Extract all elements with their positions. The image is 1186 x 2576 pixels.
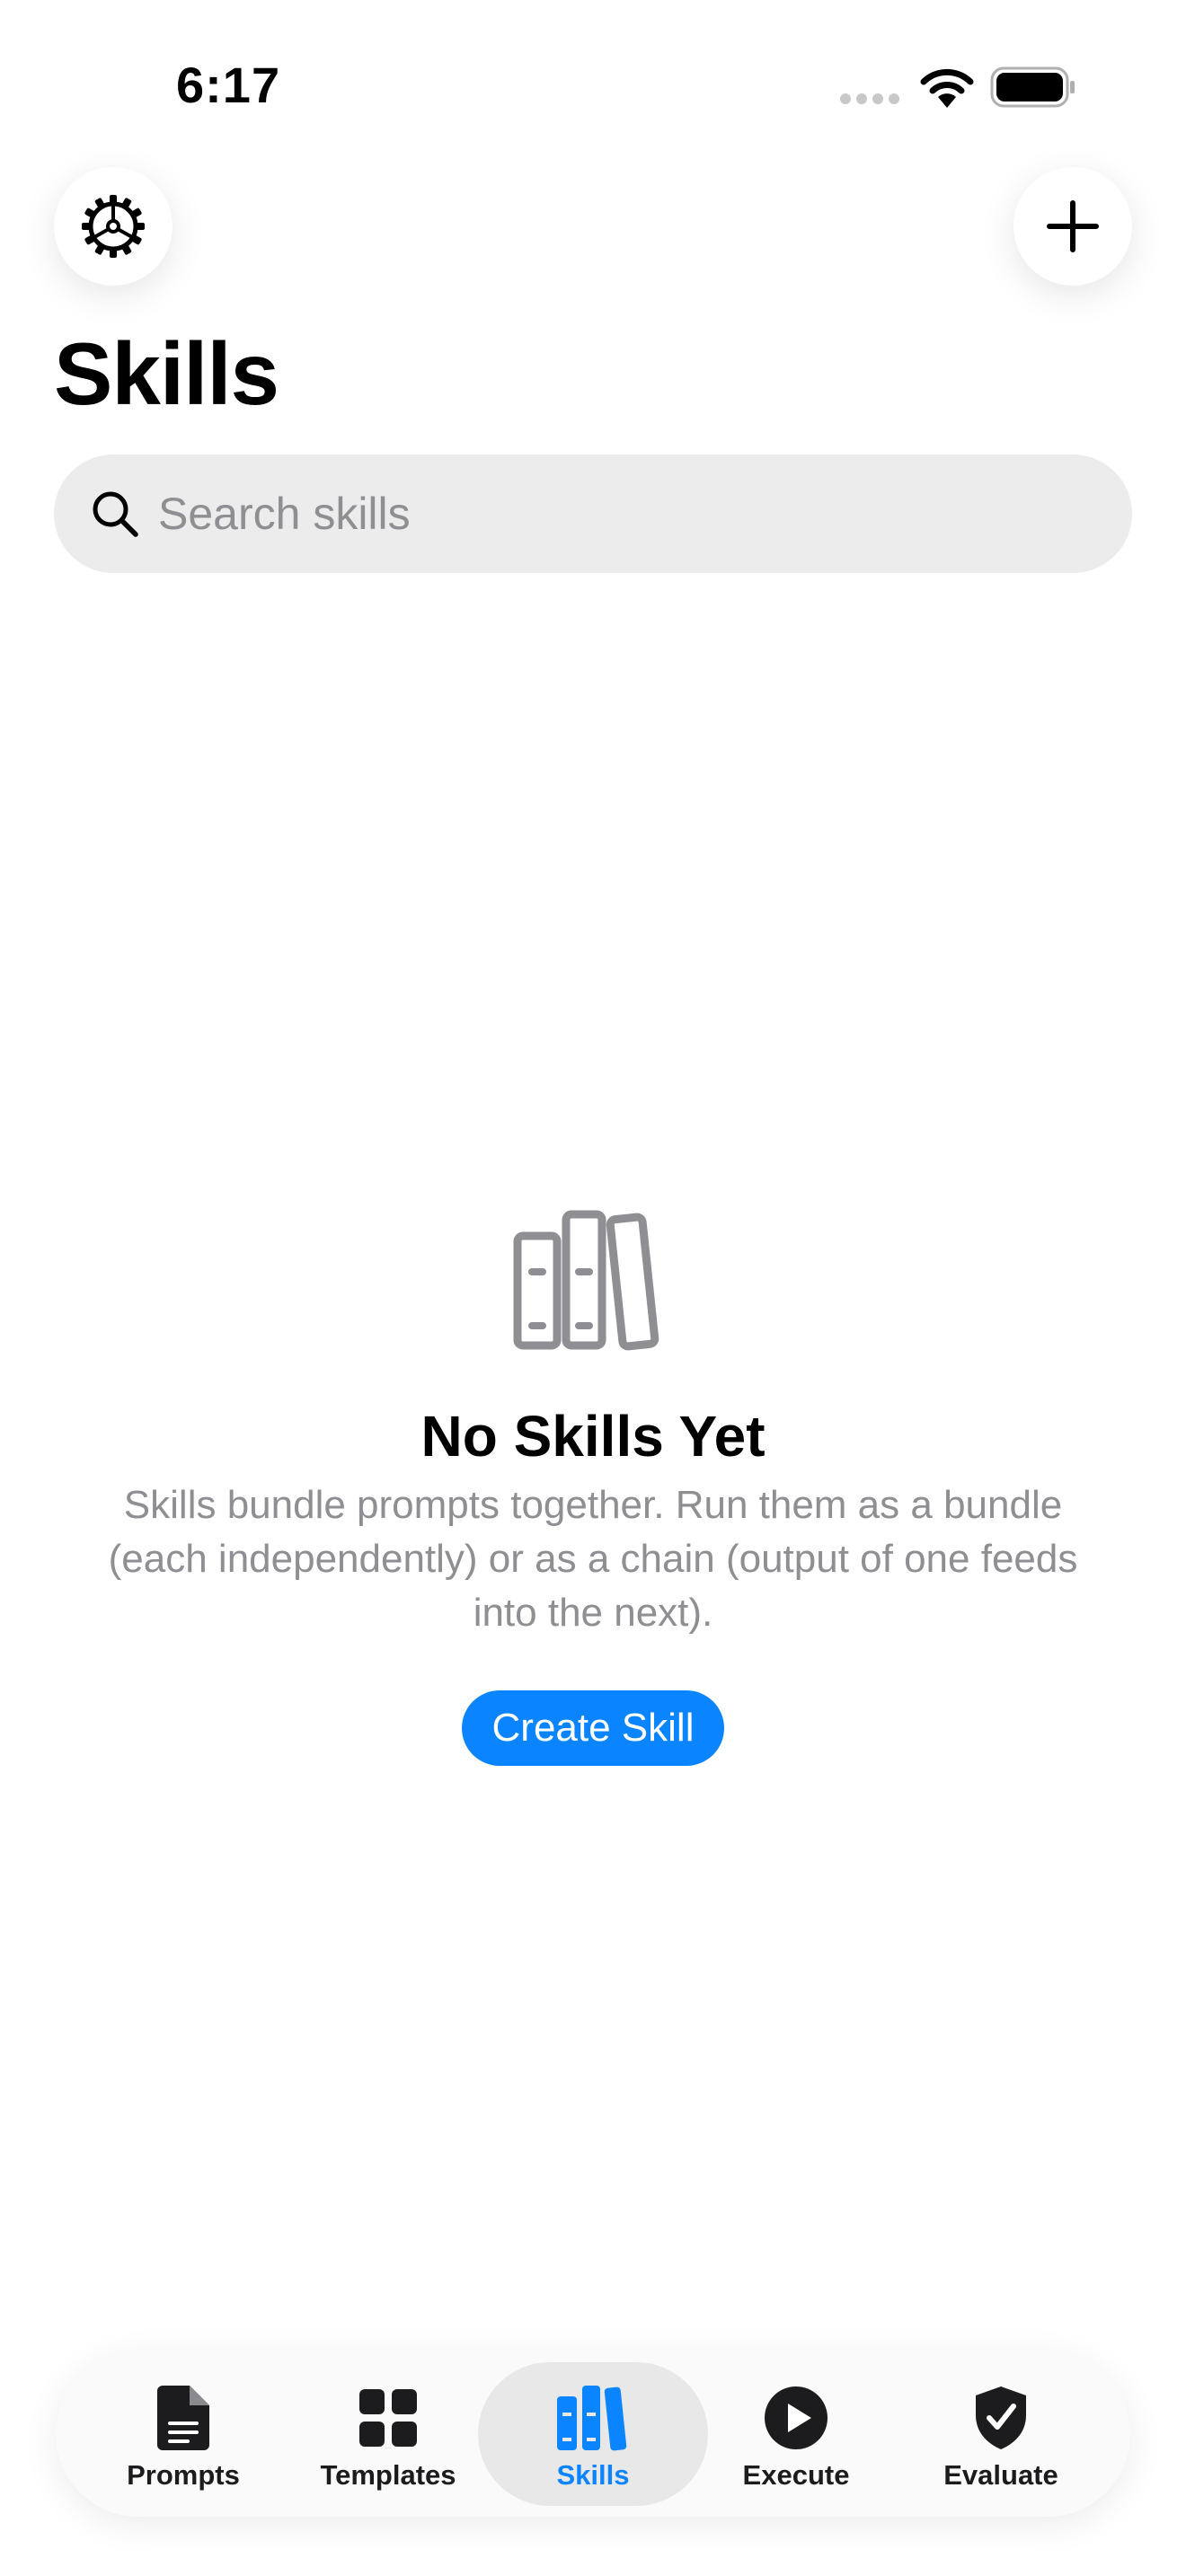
battery-icon (990, 66, 1075, 108)
grid-icon (358, 2382, 418, 2454)
tab-label: Execute (742, 2459, 850, 2491)
play-circle-icon (764, 2382, 828, 2454)
books-icon (555, 2382, 631, 2454)
plus-icon (1047, 200, 1099, 252)
tab-label: Skills (556, 2459, 630, 2491)
add-skill-button[interactable] (1013, 167, 1132, 286)
page-title: Skills (54, 324, 279, 423)
empty-state-title: No Skills Yet (420, 1404, 766, 1469)
tab-skills[interactable]: Skills (478, 2362, 708, 2506)
search-input[interactable] (156, 487, 1058, 541)
books-icon (513, 1210, 659, 1351)
empty-state-description: Skills bundle prompts together. Run them… (108, 1483, 1078, 1635)
checkmark-shield-icon (974, 2382, 1028, 2454)
document-icon (155, 2382, 211, 2454)
gear-icon (82, 195, 145, 258)
tab-evaluate[interactable]: Evaluate (893, 2362, 1109, 2506)
tab-execute[interactable]: Execute (688, 2362, 904, 2506)
tab-bar: Prompts Templates Skills Execute Evaluat… (56, 2351, 1130, 2517)
tab-templates[interactable]: Templates (280, 2362, 496, 2506)
status-time: 6:17 (176, 57, 281, 113)
cellular-signal-icon (840, 93, 899, 104)
settings-button[interactable] (54, 167, 173, 286)
search-bar[interactable] (54, 454, 1132, 573)
wifi-icon (920, 68, 974, 108)
tab-label: Templates (320, 2459, 456, 2491)
tab-label: Evaluate (943, 2459, 1058, 2491)
tab-prompts[interactable]: Prompts (75, 2362, 291, 2506)
search-icon (90, 489, 140, 539)
create-skill-button[interactable]: Create Skill (462, 1690, 724, 1766)
tab-label: Prompts (127, 2459, 240, 2491)
